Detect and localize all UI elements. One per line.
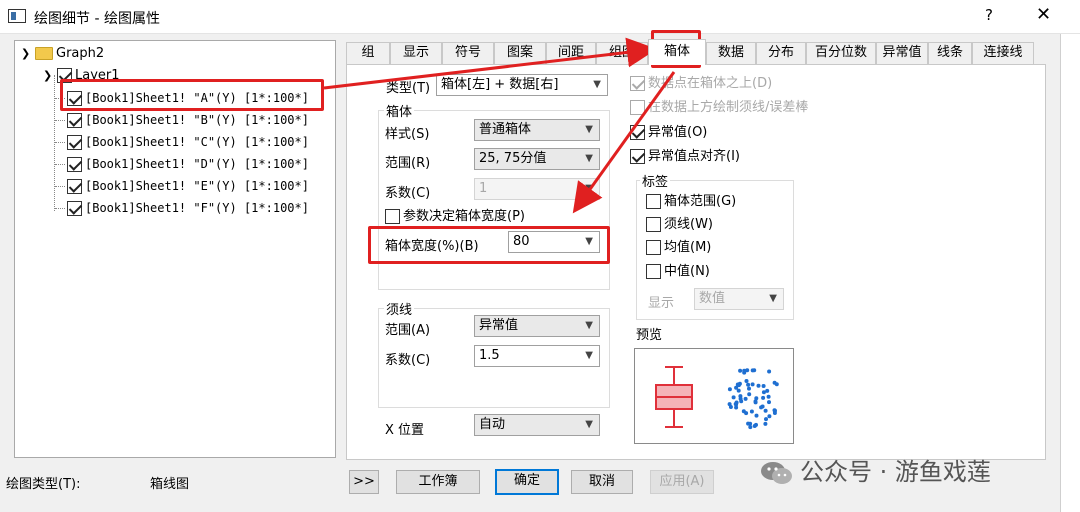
arrow-to-tab bbox=[323, 37, 657, 90]
watermark-text: 公众号 · 游鱼戏莲 bbox=[800, 458, 991, 486]
tab-box[interactable]: 箱体 bbox=[648, 39, 706, 65]
wechat-icon bbox=[761, 462, 792, 484]
arrow-to-width bbox=[572, 71, 676, 214]
annotation-arrows bbox=[323, 37, 676, 214]
watermark: 公众号 · 游鱼戏莲 bbox=[760, 452, 991, 487]
